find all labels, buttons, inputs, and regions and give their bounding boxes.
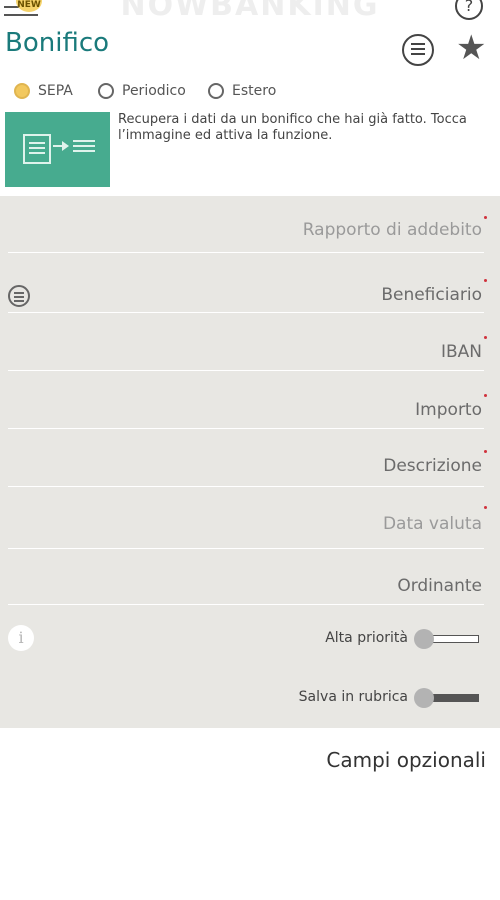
info-icon[interactable]: i	[8, 625, 34, 651]
toggle-alta-priorita[interactable]	[414, 629, 479, 649]
required-dot	[484, 450, 487, 453]
radio-sepa[interactable]: SEPA	[14, 80, 73, 102]
field-label: Descrizione	[383, 456, 482, 476]
field-label: Data valuta	[382, 514, 482, 534]
radio-label-periodico: Periodico	[122, 83, 186, 99]
toggle-knob	[414, 629, 434, 649]
radio-circle	[208, 83, 224, 99]
required-dot	[484, 336, 487, 339]
page-title: Bonifico	[5, 28, 110, 58]
field-label: Importo	[415, 400, 482, 420]
field-rapporto-di-addebito[interactable]: Rapporto di addebito	[8, 196, 487, 253]
list-icon[interactable]	[402, 34, 434, 66]
toggle-label-alta-priorita: Alta priorità	[325, 630, 408, 646]
optional-fields-link[interactable]: Campi opzionali	[326, 748, 486, 772]
brand-logo: NOWBANKING	[120, 0, 380, 23]
field-label: IBAN	[440, 342, 482, 362]
banner-text: Recupera i dati da un bonifico che hai g…	[118, 112, 467, 143]
field-data-valuta[interactable]: Data valuta	[8, 486, 487, 549]
required-dot	[484, 216, 487, 219]
required-dot	[484, 394, 487, 397]
toggle-label-salva-in-rubrica: Salva in rubrica	[298, 689, 408, 705]
field-label: Ordinante	[397, 576, 482, 596]
field-beneficiario[interactable]: Beneficiario	[8, 252, 487, 313]
document-icon	[23, 134, 51, 164]
required-dot	[484, 506, 487, 509]
star-icon[interactable]: ★	[456, 28, 486, 68]
field-importo[interactable]: Importo	[8, 370, 487, 429]
radio-circle	[98, 83, 114, 99]
address-book-icon[interactable]	[8, 285, 30, 307]
toggle-salva-in-rubrica[interactable]	[414, 688, 479, 708]
radio-label-estero: Estero	[232, 83, 277, 99]
field-descrizione[interactable]: Descrizione	[8, 428, 487, 487]
radio-label-sepa: SEPA	[38, 83, 73, 99]
field-iban[interactable]: IBAN	[8, 312, 487, 371]
recall-transfer-banner[interactable]	[5, 112, 110, 187]
radio-periodico[interactable]: Periodico	[98, 80, 186, 102]
radio-circle	[14, 83, 30, 99]
required-dot	[484, 279, 487, 282]
radio-estero[interactable]: Estero	[208, 80, 276, 102]
field-label: Rapporto di addebito	[302, 220, 482, 240]
toggle-knob	[414, 688, 434, 708]
field-label: Beneficiario	[381, 285, 482, 305]
field-ordinante[interactable]: Ordinante	[8, 548, 484, 605]
